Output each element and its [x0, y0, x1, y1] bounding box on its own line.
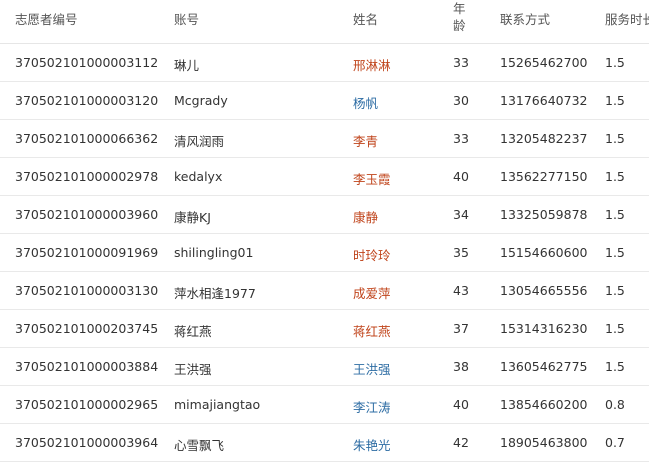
- service-hours-cell: 1.5: [605, 359, 625, 374]
- name-link[interactable]: 李青: [353, 131, 378, 150]
- account-cell: mimajiangtao: [174, 397, 261, 412]
- phone-cell: 15314316230: [500, 321, 588, 336]
- volunteer-id-cell: 370502101000003120: [15, 93, 159, 108]
- name-link[interactable]: 时玲玲: [353, 245, 391, 264]
- age-cell: 35: [453, 245, 469, 260]
- service-hours-cell: 1.5: [605, 169, 625, 184]
- service-hours-cell: 1.5: [605, 283, 625, 298]
- account-cell: shilingling01: [174, 245, 254, 260]
- phone-cell: 13176640732: [500, 93, 588, 108]
- header-name[interactable]: 姓名: [353, 9, 378, 28]
- name-link[interactable]: 蒋红燕: [353, 321, 391, 340]
- account-cell: 萍水相逢1977: [174, 286, 256, 301]
- volunteer-id-cell: 370502101000003130: [15, 283, 159, 298]
- name-link[interactable]: 成爱萍: [353, 283, 391, 302]
- service-hours-cell: 0.7: [605, 435, 625, 450]
- table-row: 370502101000091969 shilingling01 时玲玲 35 1515…: [0, 234, 649, 272]
- table-row: 370502101000002965 mimajiangtao 李江涛 40 13854…: [0, 386, 649, 424]
- age-cell: 40: [453, 397, 469, 412]
- phone-cell: 13054665556: [500, 283, 588, 298]
- name-link[interactable]: 朱艳光: [353, 435, 391, 454]
- volunteer-table: 志愿者编号 账号 姓名 年 龄 联系方式 服务时长 37050210100000…: [0, 0, 649, 462]
- age-cell: 37: [453, 321, 469, 336]
- age-cell: 38: [453, 359, 469, 374]
- service-hours-cell: 1.5: [605, 131, 625, 146]
- age-cell: 30: [453, 93, 469, 108]
- account-cell: 王洪强: [174, 362, 212, 377]
- volunteer-id-cell: 370502101000003112: [15, 55, 159, 70]
- service-hours-cell: 1.5: [605, 93, 625, 108]
- volunteer-id-cell: 370502101000002965: [15, 397, 159, 412]
- volunteer-id-cell: 370502101000203745: [15, 321, 159, 336]
- phone-cell: 18905463800: [500, 435, 588, 450]
- account-cell: 清风润雨: [174, 134, 225, 149]
- service-hours-cell: 1.5: [605, 55, 625, 70]
- header-age[interactable]: 年 龄: [453, 0, 467, 34]
- header-age-top: 年: [453, 1, 466, 16]
- service-hours-cell: 1.5: [605, 207, 625, 222]
- table-header: 志愿者编号 账号 姓名 年 龄 联系方式 服务时长: [0, 0, 649, 44]
- table-row: 370502101000203745 蒋红燕 蒋红燕 37 15314316230 1.5: [0, 310, 649, 348]
- table-row: 370502101000002978 kedalyx 李玉霞 40 1356227715…: [0, 158, 649, 196]
- table-row: 370502101000003130 萍水相逢1977 成爱萍 43 130546655…: [0, 272, 649, 310]
- name-link[interactable]: 邢淋淋: [353, 55, 391, 74]
- name-link[interactable]: 李江涛: [353, 397, 391, 416]
- phone-cell: 13205482237: [500, 131, 588, 146]
- age-cell: 33: [453, 131, 469, 146]
- table-row: 370502101000066362 清风润雨 李青 33 13205482237 1.5: [0, 120, 649, 158]
- account-cell: Mcgrady: [174, 93, 228, 108]
- volunteer-id-cell: 370502101000003960: [15, 207, 159, 222]
- phone-cell: 15265462700: [500, 55, 588, 70]
- volunteer-id-cell: 370502101000003884: [15, 359, 159, 374]
- table-row: 370502101000003112 琳儿 邢淋淋 33 15265462700 1.5: [0, 44, 649, 82]
- table-row: 370502101000003120 Mcgrady 杨帆 30 13176640732…: [0, 82, 649, 120]
- header-age-bottom: 龄: [453, 18, 466, 33]
- age-cell: 42: [453, 435, 469, 450]
- phone-cell: 15154660600: [500, 245, 588, 260]
- volunteer-id-cell: 370502101000066362: [15, 131, 159, 146]
- table-row: 370502101000003964 心雪飘飞 朱艳光 42 18905463800 0.…: [0, 424, 649, 462]
- volunteer-id-cell: 370502101000003964: [15, 435, 159, 450]
- phone-cell: 13854660200: [500, 397, 588, 412]
- service-hours-cell: 1.5: [605, 245, 625, 260]
- table-row: 370502101000003960 康静KJ 康静 34 13325059878 1.5: [0, 196, 649, 234]
- name-link[interactable]: 李玉霞: [353, 169, 391, 188]
- age-cell: 34: [453, 207, 469, 222]
- account-cell: 琳儿: [174, 58, 200, 73]
- service-hours-cell: 1.5: [605, 321, 625, 336]
- age-cell: 33: [453, 55, 469, 70]
- header-service-hours[interactable]: 服务时长: [605, 9, 649, 28]
- account-cell: kedalyx: [174, 169, 223, 184]
- header-volunteer-id[interactable]: 志愿者编号: [15, 9, 78, 28]
- name-link[interactable]: 杨帆: [353, 93, 378, 112]
- age-cell: 43: [453, 283, 469, 298]
- header-account[interactable]: 账号: [174, 9, 199, 28]
- phone-cell: 13605462775: [500, 359, 588, 374]
- account-cell: 康静KJ: [174, 210, 211, 225]
- phone-cell: 13562277150: [500, 169, 588, 184]
- name-link[interactable]: 王洪强: [353, 359, 391, 378]
- service-hours-cell: 0.8: [605, 397, 625, 412]
- volunteer-id-cell: 370502101000091969: [15, 245, 159, 260]
- account-cell: 蒋红燕: [174, 324, 212, 339]
- phone-cell: 13325059878: [500, 207, 588, 222]
- volunteer-id-cell: 370502101000002978: [15, 169, 159, 184]
- header-contact[interactable]: 联系方式: [500, 9, 550, 28]
- table-row: 370502101000003884 王洪强 王洪强 38 13605462775 1.5: [0, 348, 649, 386]
- age-cell: 40: [453, 169, 469, 184]
- account-cell: 心雪飘飞: [174, 438, 225, 453]
- name-link[interactable]: 康静: [353, 207, 378, 226]
